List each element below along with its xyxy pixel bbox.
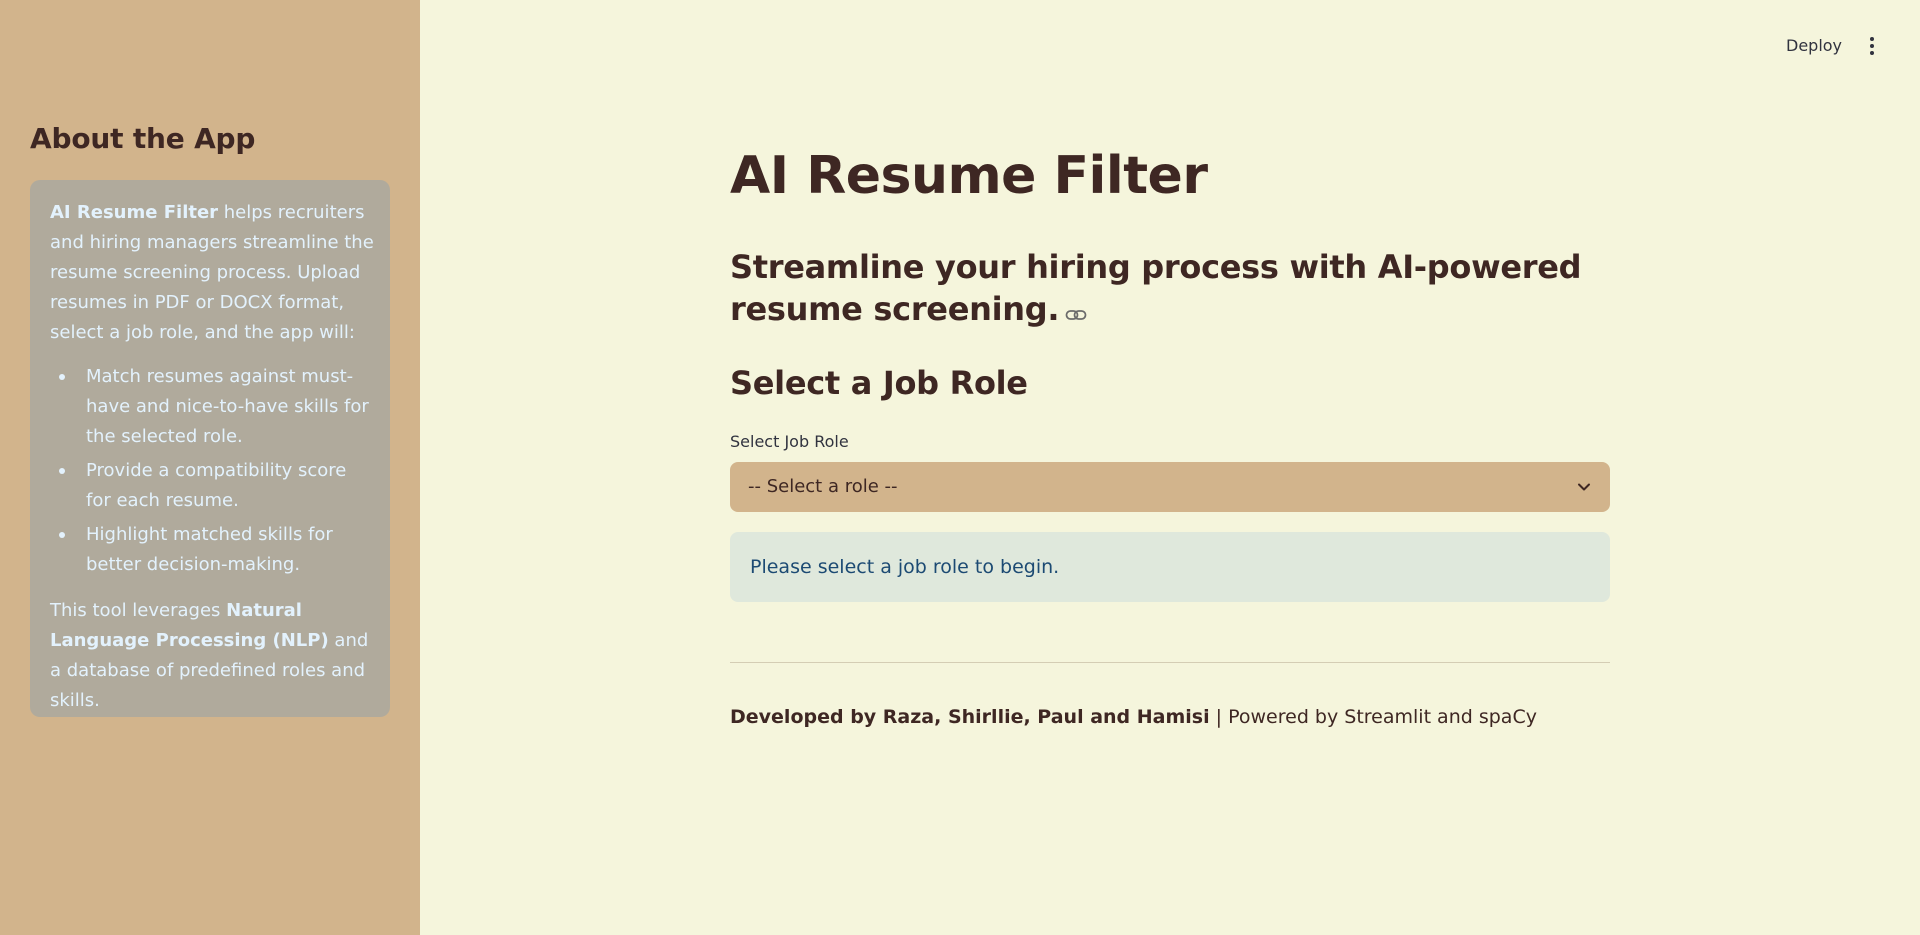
list-item: Match resumes against must-have and nice…: [59, 362, 374, 452]
more-vertical-icon[interactable]: [1860, 30, 1884, 62]
about-intro-bold: AI Resume Filter: [50, 202, 219, 223]
page-subtitle: Streamline your hiring process with AI-p…: [730, 246, 1610, 332]
sidebar: About the App AI Resume Filter helps rec…: [0, 0, 420, 935]
chevron-down-icon: [1576, 479, 1592, 499]
info-alert: Please select a job role to begin.: [730, 532, 1610, 602]
divider: [730, 662, 1610, 663]
info-message: Please select a job role to begin.: [750, 556, 1060, 578]
section-heading: Select a Job Role: [730, 364, 1028, 402]
about-closing: This tool leverages Natural Language Pro…: [50, 596, 374, 716]
footer: Developed by Raza, Shirllie, Paul and Ha…: [730, 706, 1537, 728]
footer-powered-by: | Powered by Streamlit and spaCy: [1209, 706, 1537, 728]
about-box: AI Resume Filter helps recruiters and hi…: [30, 180, 390, 717]
about-feature-list: Match resumes against must-have and nice…: [50, 362, 374, 580]
app-root: About the App AI Resume Filter helps rec…: [0, 0, 1920, 935]
about-intro-text: helps recruiters and hiring managers str…: [50, 202, 374, 343]
list-item: Provide a compatibility score for each r…: [59, 456, 374, 516]
footer-credits: Developed by Raza, Shirllie, Paul and Ha…: [730, 706, 1210, 728]
job-role-select[interactable]: -- Select a role --: [730, 462, 1610, 512]
list-item: Highlight matched skills for better deci…: [59, 520, 374, 580]
page-title: AI Resume Filter: [730, 146, 1208, 206]
select-value: -- Select a role --: [748, 476, 898, 497]
deploy-button[interactable]: Deploy: [1776, 30, 1852, 62]
about-closing-pre: This tool leverages: [50, 600, 227, 621]
link-icon[interactable]: [1065, 290, 1087, 332]
subtitle-text: Streamline your hiring process with AI-p…: [730, 248, 1582, 328]
about-intro: AI Resume Filter helps recruiters and hi…: [50, 198, 374, 348]
select-job-role-label: Select Job Role: [730, 432, 849, 451]
sidebar-heading: About the App: [30, 122, 256, 155]
